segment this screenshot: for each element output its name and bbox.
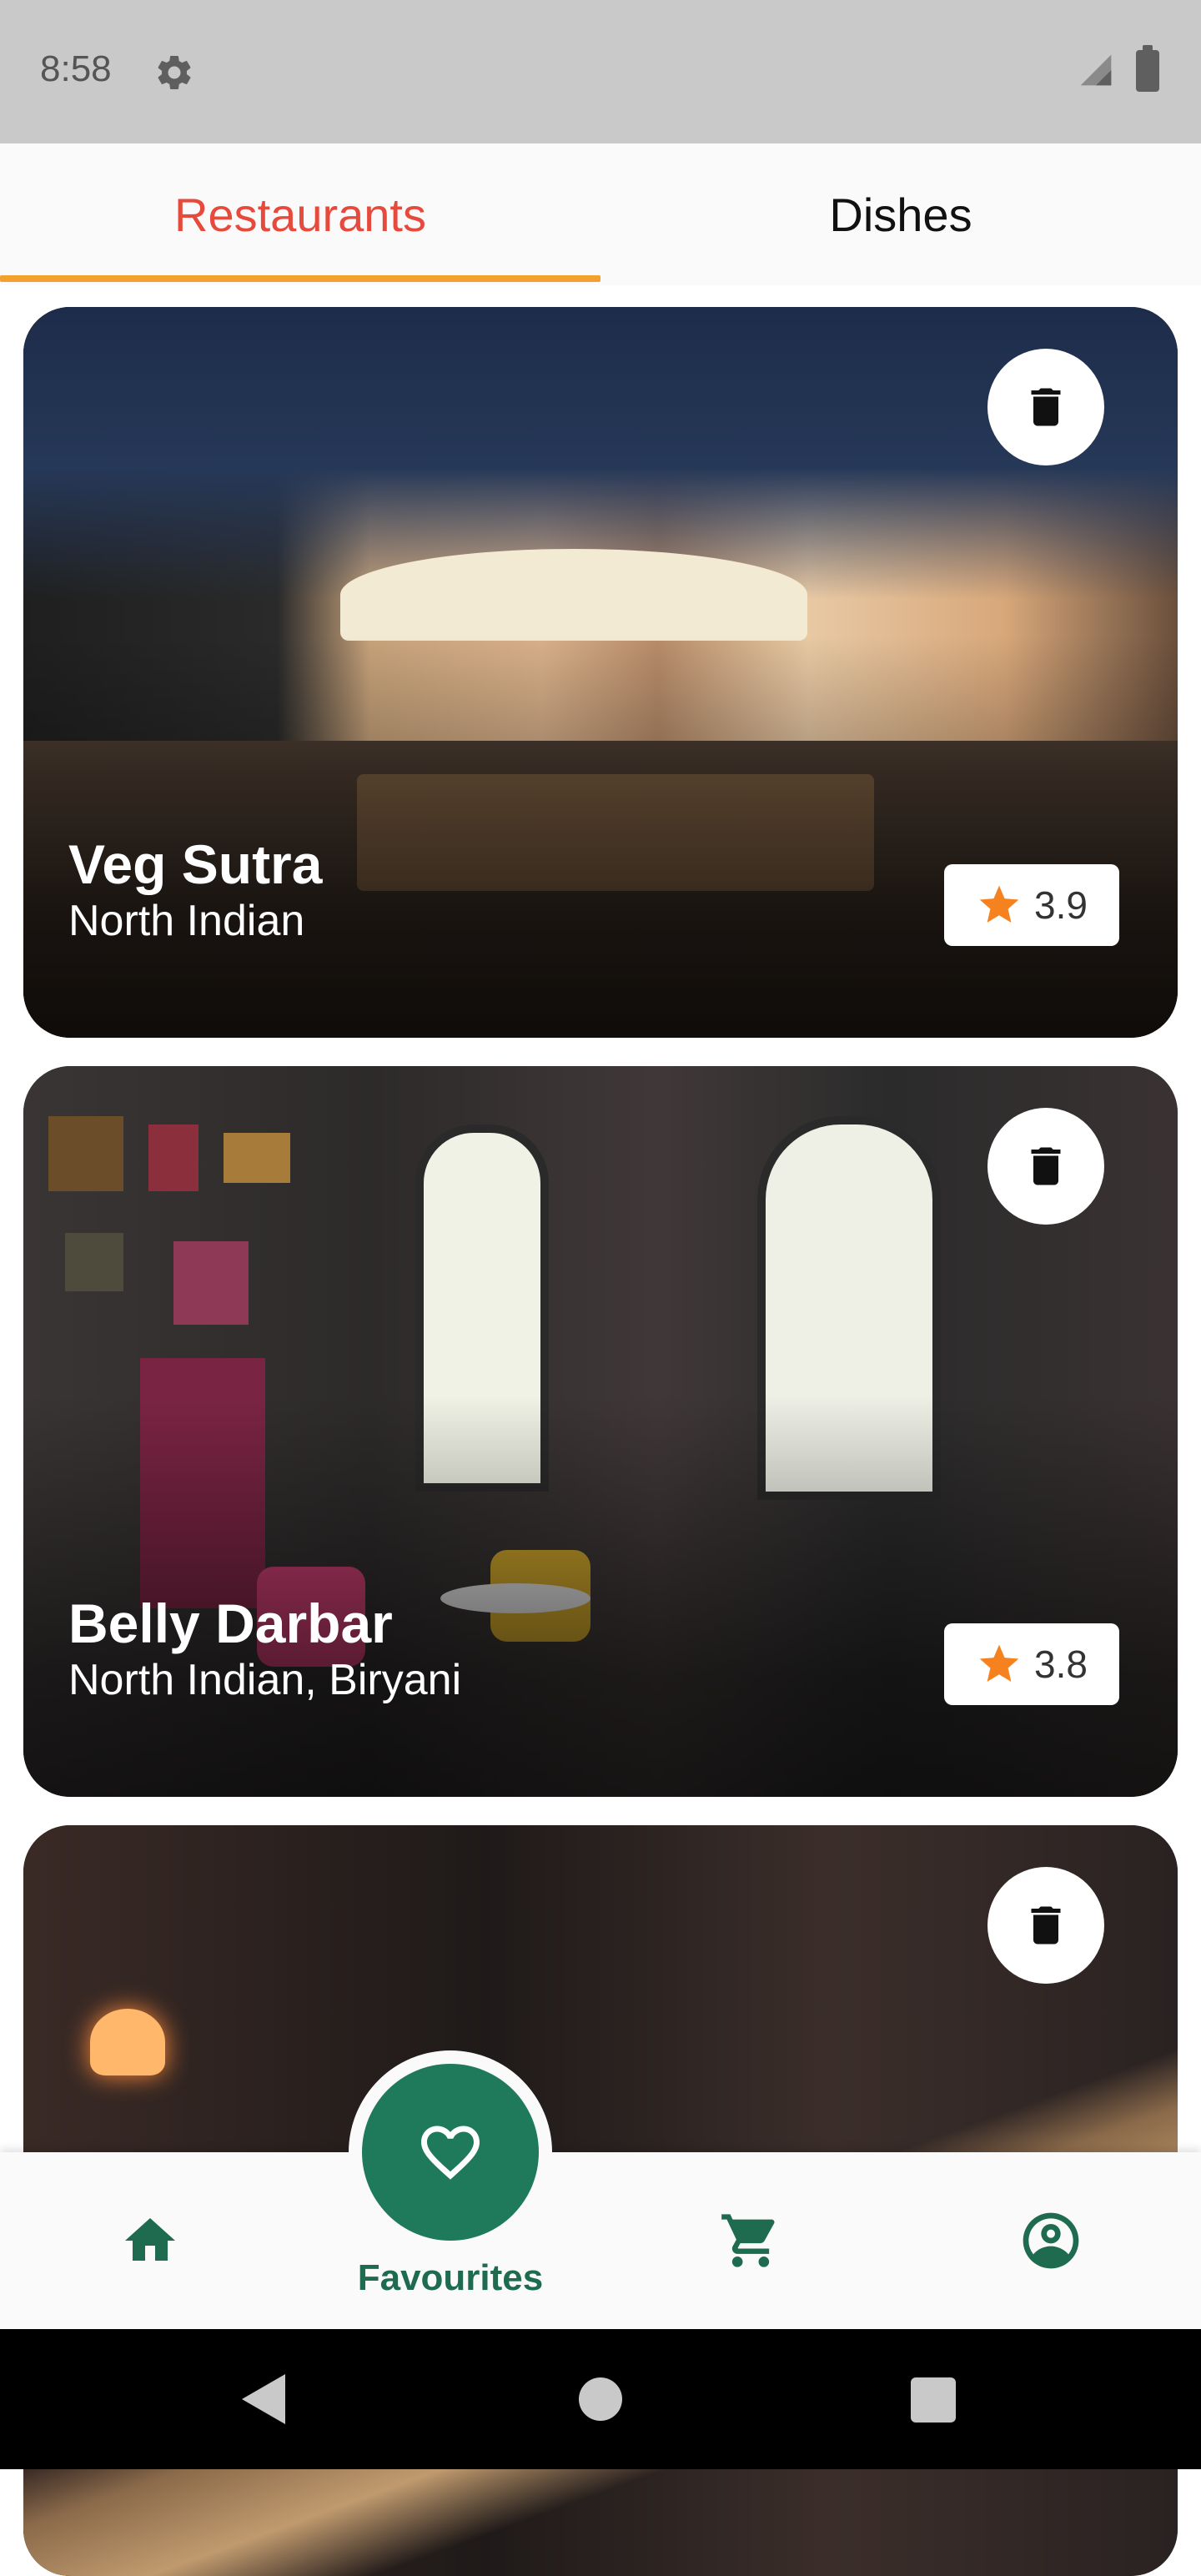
status-time: 8:58	[40, 48, 112, 89]
trash-icon	[1031, 1906, 1061, 1945]
rating-badge: 3.9	[944, 864, 1119, 946]
tab-dishes[interactable]: Dishes	[600, 143, 1201, 285]
tab-bar: Restaurants Dishes	[0, 143, 1201, 285]
rating-badge: 3.8	[944, 1623, 1119, 1705]
rating-value: 3.8	[1034, 1643, 1088, 1686]
home-button-icon[interactable]	[579, 2377, 622, 2421]
lamp-shape	[90, 2009, 165, 2075]
favourites-label[interactable]: Favourites	[317, 2257, 584, 2299]
back-icon[interactable]	[242, 2374, 285, 2424]
trash-icon	[1031, 388, 1061, 426]
nav-cart[interactable]	[701, 2152, 801, 2329]
frames-shape	[48, 1116, 365, 1350]
delete-button[interactable]	[987, 1108, 1104, 1225]
restaurant-cuisine: North Indian, Biryani	[68, 1656, 462, 1704]
heart-icon	[421, 2126, 480, 2180]
restaurant-cuisine: North Indian	[68, 897, 305, 945]
home-icon	[125, 2218, 175, 2261]
umbrella-shape	[340, 549, 807, 641]
restaurant-card[interactable]: Veg Sutra North Indian 3.9	[23, 307, 1178, 1038]
restaurant-name: Belly Darbar	[68, 1592, 393, 1654]
recents-icon[interactable]	[911, 2377, 956, 2423]
nav-home[interactable]	[100, 2152, 200, 2329]
delete-button[interactable]	[987, 1867, 1104, 1984]
favourites-button[interactable]	[362, 2064, 539, 2241]
nav-profile[interactable]	[1001, 2152, 1101, 2329]
tab-restaurants[interactable]: Restaurants	[0, 143, 600, 285]
star-icon	[979, 1644, 1019, 1682]
restaurant-name: Veg Sutra	[68, 833, 323, 895]
rating-value: 3.9	[1034, 883, 1088, 927]
battery-icon	[1136, 45, 1159, 92]
trash-icon	[1031, 1147, 1061, 1185]
status-bar: 8:58	[0, 0, 1201, 143]
account-icon	[1023, 2212, 1079, 2269]
cart-icon	[721, 2214, 775, 2267]
settings-icon	[158, 55, 191, 89]
restaurant-card[interactable]: Belly Darbar North Indian, Biryani 3.8	[23, 1066, 1178, 1797]
signal-icon	[1080, 54, 1112, 86]
delete-button[interactable]	[987, 349, 1104, 465]
active-tab-indicator	[0, 275, 600, 282]
star-icon	[979, 885, 1019, 923]
bottom-navigation	[0, 2152, 1201, 2329]
